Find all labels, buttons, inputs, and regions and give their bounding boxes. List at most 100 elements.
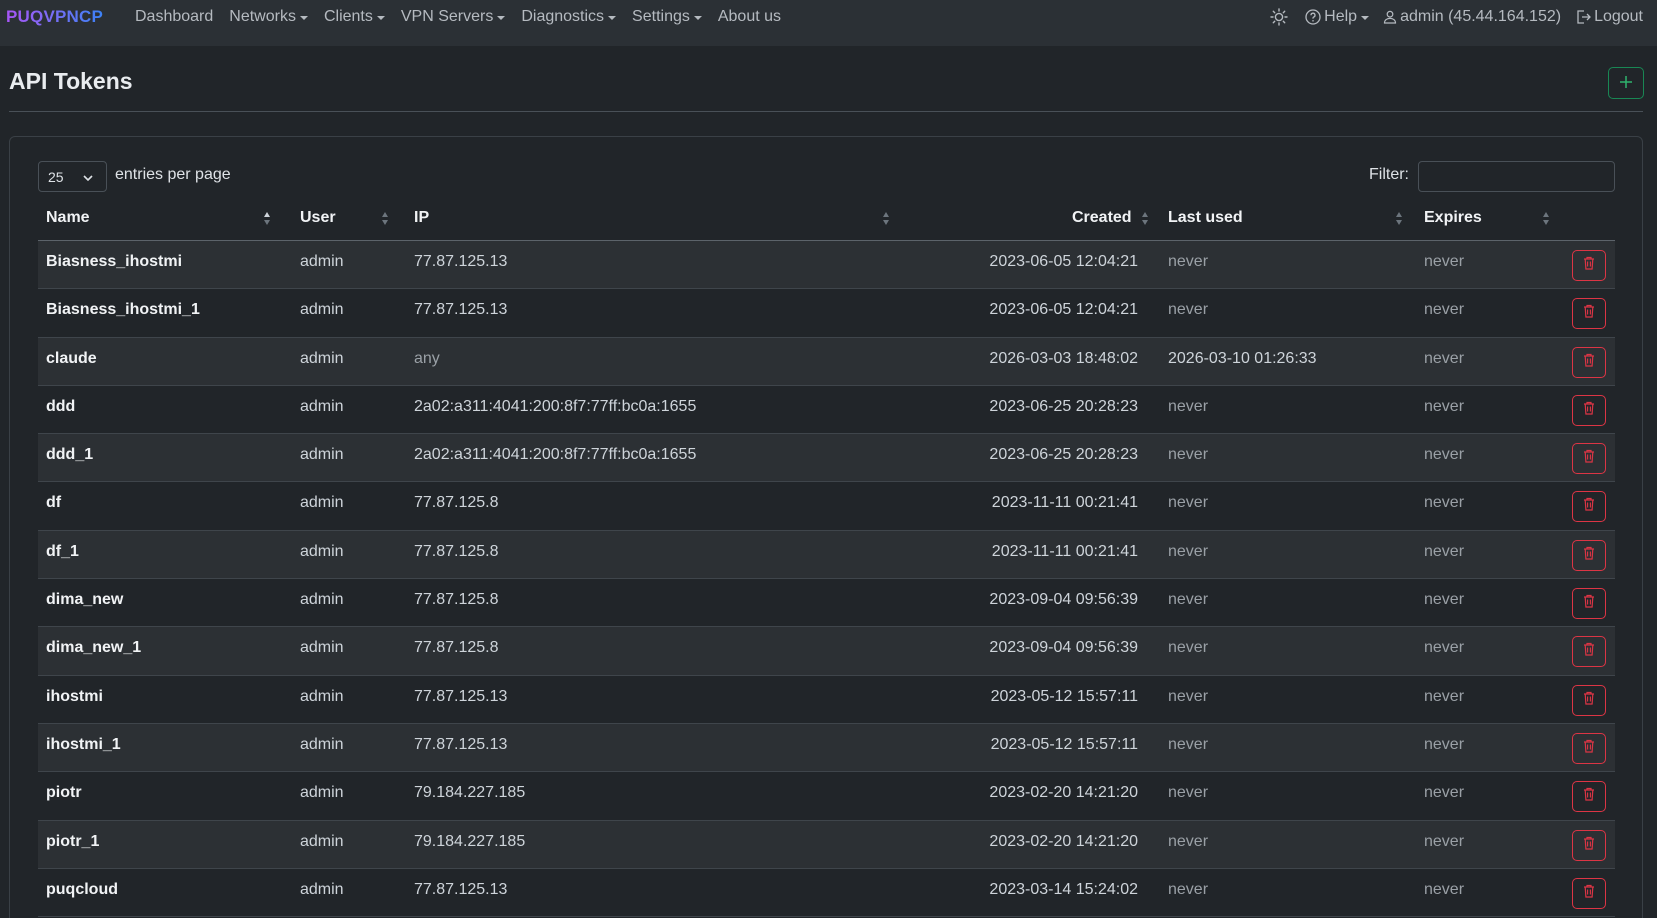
- trash-icon: [1583, 497, 1595, 516]
- user-menu: Help admin (45.44.164.152) Logout: [1256, 0, 1643, 34]
- delete-token-button[interactable]: [1572, 732, 1606, 764]
- table-row: piotr_1 admin 79.184.227.185 2023-02-20 14:…: [38, 820, 1615, 869]
- table-row: dima_new_1 admin 77.87.125.8 2023-09-04 09:…: [38, 627, 1615, 676]
- token-user: admin: [300, 784, 344, 802]
- token-user: admin: [300, 397, 344, 415]
- delete-token-button[interactable]: [1572, 443, 1606, 475]
- caret-down-icon: [497, 16, 506, 20]
- token-last-used: never: [1168, 639, 1209, 657]
- trash-icon: [1583, 256, 1595, 275]
- nav-networks[interactable]: Networks: [229, 8, 308, 26]
- token-name: puqcloud: [46, 880, 118, 898]
- token-created: 2023-09-04 09:56:39: [989, 639, 1138, 657]
- delete-token-button[interactable]: [1572, 636, 1606, 668]
- table-row: df admin 77.87.125.8 2023-11-11 00:21:41 nev…: [38, 482, 1615, 531]
- theme-toggle-button[interactable]: [1270, 8, 1291, 26]
- user-icon: [1383, 10, 1397, 24]
- token-ip: 79.184.227.185: [414, 832, 526, 850]
- trash-icon: [1583, 642, 1595, 661]
- token-user: admin: [300, 832, 344, 850]
- token-expires: never: [1424, 494, 1465, 512]
- token-ip: 77.87.125.13: [414, 735, 508, 753]
- nav-about-us[interactable]: About us: [718, 8, 781, 26]
- token-user: admin: [300, 687, 344, 705]
- delete-token-button[interactable]: [1572, 588, 1606, 620]
- token-expires: never: [1424, 591, 1465, 609]
- table-row: df_1 admin 77.87.125.8 2023-11-11 00:21:41 n…: [38, 530, 1615, 580]
- token-name: df: [46, 494, 62, 512]
- column-header-ip[interactable]: IP: [414, 209, 429, 227]
- delete-token-button[interactable]: [1572, 684, 1606, 716]
- token-created: 2023-06-05 12:04:21: [989, 301, 1138, 319]
- delete-token-button[interactable]: [1572, 539, 1606, 571]
- trash-icon: [1583, 836, 1595, 855]
- delete-token-button[interactable]: [1572, 829, 1606, 861]
- sort-icon[interactable]: [382, 212, 390, 226]
- column-header-expires[interactable]: Expires: [1424, 209, 1482, 227]
- token-last-used: 2026-03-10 01:26:33: [1168, 349, 1317, 367]
- token-last-used: never: [1168, 494, 1209, 512]
- token-expires: never: [1424, 832, 1465, 850]
- question-circle-icon: [1305, 9, 1321, 25]
- delete-token-button[interactable]: [1572, 298, 1606, 330]
- token-user: admin: [300, 446, 344, 464]
- delete-token-button[interactable]: [1572, 491, 1606, 523]
- token-created: 2023-06-25 20:28:23: [989, 446, 1138, 464]
- token-last-used: never: [1168, 735, 1209, 753]
- nav-clients[interactable]: Clients: [324, 8, 385, 26]
- tokens-table: Name User IP Created Last used Expires B…: [38, 195, 1615, 918]
- nav-vpn-servers[interactable]: VPN Servers: [401, 8, 506, 26]
- trash-icon: [1583, 353, 1595, 372]
- logout-link[interactable]: Logout: [1575, 8, 1643, 26]
- delete-token-button[interactable]: [1572, 394, 1606, 426]
- column-header-last-used[interactable]: Last used: [1168, 209, 1243, 227]
- main-menu: Dashboard Networks Clients VPN Servers D…: [135, 0, 797, 34]
- nav-dashboard[interactable]: Dashboard: [135, 8, 213, 26]
- nav-diagnostics[interactable]: Diagnostics: [521, 8, 617, 26]
- entries-per-page-select[interactable]: 25: [38, 161, 107, 192]
- table-row: claude admin any 2026-03-03 18:48:02 2026-03…: [38, 337, 1615, 386]
- delete-token-button[interactable]: [1572, 877, 1606, 909]
- delete-token-button[interactable]: [1572, 346, 1606, 378]
- table-row: ddd_1 admin 2a02:a311:4041:200:8f7:77ff:bc…: [38, 434, 1615, 483]
- table-row: puqcloud admin 77.87.125.13 2023-03-14 15:2…: [38, 869, 1615, 918]
- nav-settings[interactable]: Settings: [632, 8, 702, 26]
- token-ip: 77.87.125.8: [414, 639, 499, 657]
- column-header-name[interactable]: Name: [46, 209, 90, 227]
- token-name: dima_new: [46, 591, 124, 609]
- sort-icon[interactable]: [1142, 212, 1150, 226]
- add-token-button[interactable]: [1608, 67, 1644, 99]
- token-user: admin: [300, 494, 344, 512]
- table-row: dima_new admin 77.87.125.8 2023-09-04 09:56…: [38, 579, 1615, 628]
- token-expires: never: [1424, 446, 1465, 464]
- token-expires: never: [1424, 301, 1465, 319]
- token-name: piotr: [46, 784, 82, 802]
- trash-icon: [1583, 787, 1595, 806]
- token-ip: 77.87.125.8: [414, 591, 499, 609]
- trash-icon: [1583, 594, 1595, 613]
- filter-input[interactable]: [1418, 161, 1615, 192]
- brand-logo[interactable]: PUQVPNCP: [6, 7, 103, 27]
- token-name: Biasness_ihostmi: [46, 253, 183, 270]
- sort-icon[interactable]: [883, 212, 891, 226]
- help-menu[interactable]: Help: [1305, 8, 1370, 26]
- token-user: admin: [300, 639, 344, 657]
- trash-icon: [1583, 449, 1595, 468]
- header-divider: [9, 111, 1643, 112]
- user-account[interactable]: admin (45.44.164.152): [1383, 8, 1561, 26]
- column-header-user[interactable]: User: [300, 209, 336, 227]
- delete-token-button[interactable]: [1572, 250, 1606, 281]
- caret-down-icon: [1361, 16, 1370, 20]
- logout-icon: [1575, 9, 1591, 25]
- token-expires: never: [1424, 397, 1465, 415]
- sort-icon[interactable]: [264, 212, 272, 226]
- caret-down-icon: [693, 16, 702, 20]
- token-created: 2023-06-25 20:28:23: [989, 397, 1138, 415]
- token-ip: 77.87.125.13: [414, 687, 508, 705]
- sort-icon[interactable]: [1543, 212, 1551, 226]
- column-header-created[interactable]: Created: [1072, 209, 1132, 227]
- token-last-used: never: [1168, 784, 1209, 802]
- sort-icon[interactable]: [1396, 212, 1404, 226]
- delete-token-button[interactable]: [1572, 781, 1606, 813]
- table-row: ddd admin 2a02:a311:4041:200:8f7:77ff:bc0a…: [38, 386, 1615, 435]
